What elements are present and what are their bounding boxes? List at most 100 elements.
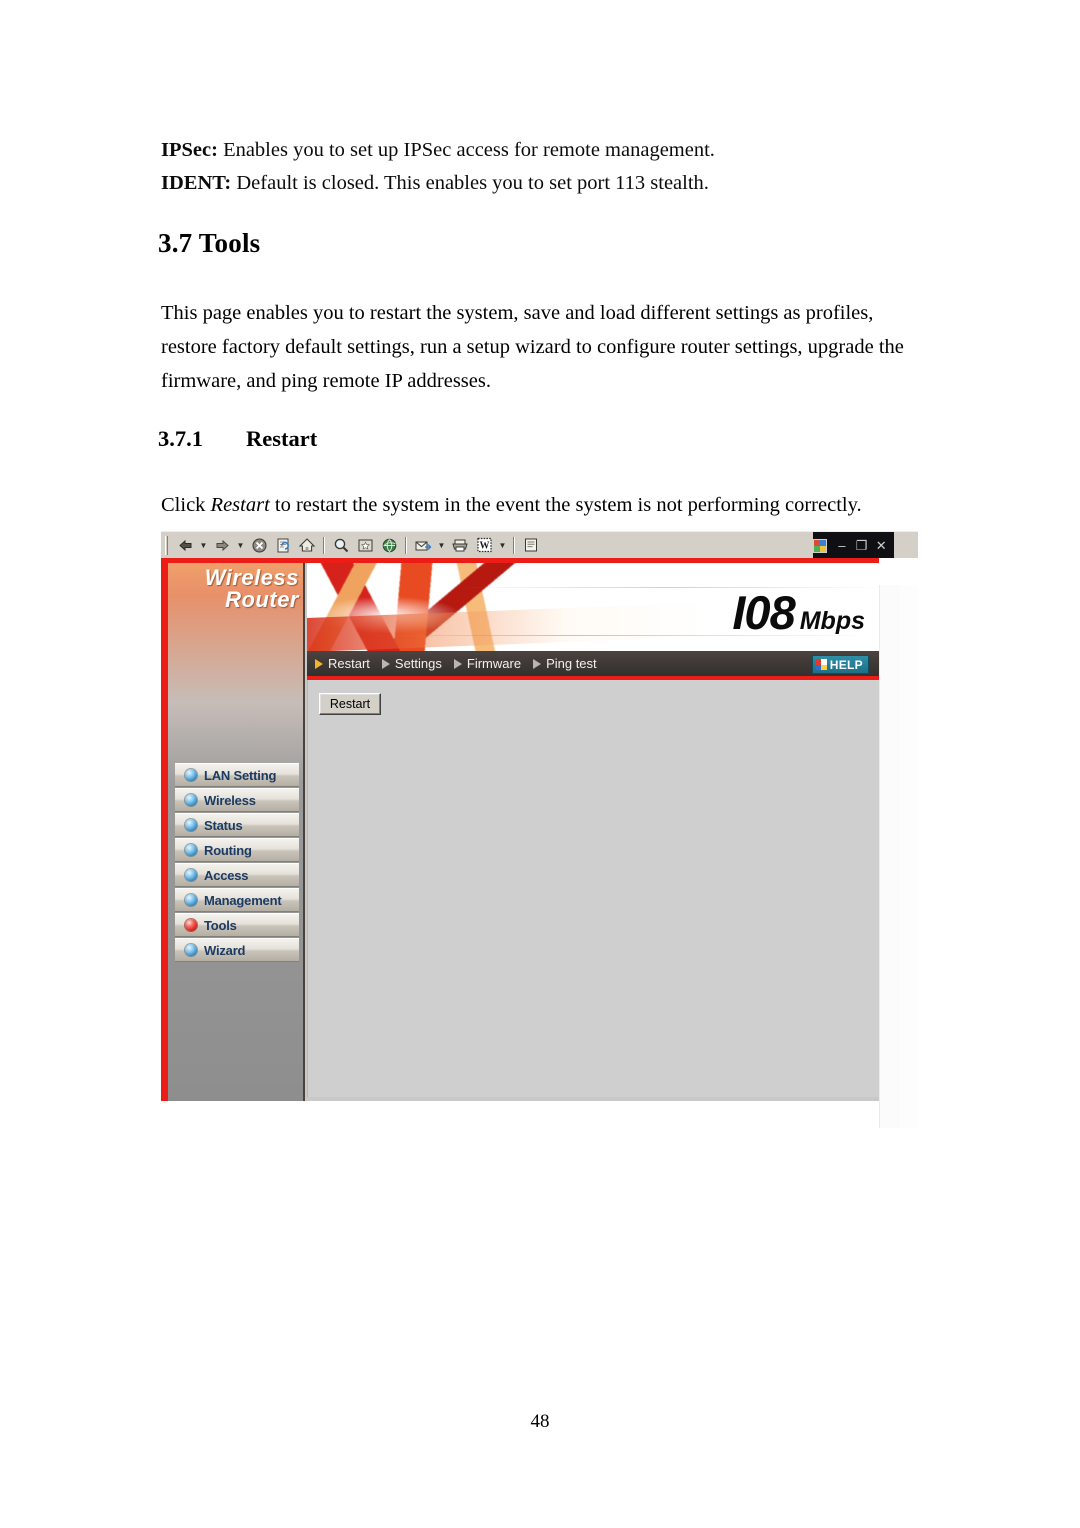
window-controls: – ❐ ✕ [813, 532, 894, 559]
brand-line-2: Router [225, 587, 299, 612]
refresh-icon[interactable] [271, 534, 295, 556]
toolbar-filler [894, 532, 918, 559]
sidebar-item-label: Wizard [204, 942, 246, 958]
bullet-icon-active [185, 919, 197, 931]
toolbar-separator-2 [405, 536, 407, 554]
sidebar-item-tools[interactable]: Tools [175, 913, 299, 937]
edit-word-icon[interactable]: W [472, 534, 496, 556]
help-icon [815, 659, 827, 670]
arrow-icon [381, 658, 390, 669]
sidebar-menu: LAN Setting Wireless Status Routing Acce… [175, 763, 299, 963]
bullet-icon [185, 794, 197, 806]
subsection-heading: 3.7.1 Restart [158, 426, 317, 452]
intro-text-ident: Default is closed. This enables you to s… [231, 172, 709, 194]
embedded-screenshot: ▼ ▼ ▼ W ▼ – ❐ ✕ Wireless Router LAN Sett… [161, 531, 918, 1128]
intro-text-ipsec: Enables you to set up IPSec access for r… [217, 139, 715, 161]
toolbar-separator-3 [513, 536, 515, 554]
bullet-icon [185, 869, 197, 881]
mail-dropdown-icon[interactable]: ▼ [435, 534, 448, 556]
subsection-number: 3.7.1 [158, 426, 203, 451]
caption-text-after: to restart the system in the event the s… [269, 494, 862, 516]
sidebar-item-access[interactable]: Access [175, 863, 299, 887]
bullet-icon [185, 894, 197, 906]
banner-speed-label: I08 Mbps [732, 585, 865, 640]
svg-text:W: W [479, 541, 489, 552]
arrow-icon [453, 658, 462, 669]
sidebar-item-label: Routing [204, 842, 252, 858]
section-body-paragraph: This page enables you to restart the sys… [161, 302, 904, 392]
screenshot-right-gutter [879, 585, 918, 1128]
search-icon[interactable] [329, 534, 353, 556]
forward-dropdown-icon[interactable]: ▼ [234, 534, 247, 556]
bullet-icon [185, 944, 197, 956]
brand-line-1: Wireless [204, 565, 299, 590]
caption-text-before: Click [161, 494, 211, 516]
browser-toolbar: ▼ ▼ ▼ W ▼ – ❐ ✕ [161, 531, 918, 559]
intro-line-ipsec: IPSec: Enables you to set up IPSec acces… [161, 134, 923, 167]
caption-emphasis: Restart [210, 494, 270, 516]
sidebar-item-label: Wireless [204, 792, 256, 808]
nav-tab-ping-test[interactable]: Ping test [533, 656, 597, 671]
help-button[interactable]: HELP [811, 655, 869, 674]
intro-line-ident: IDENT: Default is closed. This enables y… [161, 167, 923, 200]
section-heading: 3.7 Tools [158, 228, 261, 258]
bullet-icon [185, 844, 197, 856]
sidebar-item-management[interactable]: Management [175, 888, 299, 912]
sidebar-item-routing[interactable]: Routing [175, 838, 299, 862]
sidebar-item-label: Status [204, 817, 243, 833]
nav-tab-label: Firmware [466, 656, 522, 671]
mail-icon[interactable] [411, 534, 435, 556]
sidebar-item-wizard[interactable]: Wizard [175, 938, 299, 962]
toolbar-grip[interactable] [165, 535, 168, 555]
forward-icon[interactable] [210, 534, 234, 556]
sidebar-item-status[interactable]: Status [175, 813, 299, 837]
sidebar-item-label: Tools [204, 917, 237, 933]
minimize-button[interactable]: – [833, 537, 851, 555]
nav-tab-firmware[interactable]: Firmware [453, 656, 522, 671]
banner-speed-unit: Mbps [799, 607, 865, 635]
history-icon[interactable] [377, 534, 401, 556]
nav-tab-label: Ping test [546, 656, 597, 671]
subsection-title: Restart [246, 426, 318, 451]
bullet-icon [185, 769, 197, 781]
discuss-icon[interactable] [519, 534, 543, 556]
sidebar-item-wireless[interactable]: Wireless [175, 788, 299, 812]
intro-term-ipsec: IPSec: [161, 139, 218, 161]
help-button-label: HELP [829, 657, 863, 672]
router-frame: Wireless Router LAN Setting Wireless Sta… [161, 558, 879, 1101]
sidebar-item-label: LAN Setting [204, 767, 277, 783]
sidebar-item-label: Access [204, 867, 249, 883]
intro-paragraph: IPSec: Enables you to set up IPSec acces… [161, 134, 923, 200]
stop-icon[interactable] [247, 534, 271, 556]
restore-button[interactable]: ❐ [853, 537, 871, 555]
router-content-area: Restart [307, 680, 879, 1097]
sidebar-item-label: Management [204, 892, 282, 908]
edit-dropdown-icon[interactable]: ▼ [496, 534, 509, 556]
manual-page: IPSec: Enables you to set up IPSec acces… [0, 0, 1080, 1528]
arrow-icon [533, 658, 542, 669]
gutter-inner [879, 585, 900, 1128]
back-icon[interactable] [173, 534, 197, 556]
brand-logo: Wireless Router [168, 567, 305, 611]
application-icon [813, 538, 828, 553]
figure-caption: Click Restart to restart the system in t… [161, 494, 862, 517]
nav-tab-settings[interactable]: Settings [381, 656, 442, 671]
sidebar-item-lan-setting[interactable]: LAN Setting [175, 763, 299, 787]
restart-button[interactable]: Restart [319, 693, 381, 715]
bullet-icon [185, 819, 197, 831]
close-button[interactable]: ✕ [872, 537, 890, 555]
back-dropdown-icon[interactable]: ▼ [197, 534, 210, 556]
router-sidebar: Wireless Router LAN Setting Wireless Sta… [168, 563, 305, 1101]
favorites-icon[interactable] [353, 534, 377, 556]
router-main-panel: I08 Mbps Restart Settings Firmware Ping … [307, 563, 879, 1101]
print-icon[interactable] [448, 534, 472, 556]
toolbar-separator [323, 536, 325, 554]
router-nav-bar: Restart Settings Firmware Ping test HELP [307, 651, 879, 680]
home-icon[interactable] [295, 534, 319, 556]
intro-term-ident: IDENT: [161, 172, 232, 194]
nav-tab-label: Settings [394, 656, 442, 671]
nav-tab-restart[interactable]: Restart [315, 656, 370, 671]
router-web-ui: Wireless Router LAN Setting Wireless Sta… [161, 558, 918, 1128]
nav-tab-label: Restart [328, 656, 370, 671]
product-banner: I08 Mbps [307, 563, 879, 651]
